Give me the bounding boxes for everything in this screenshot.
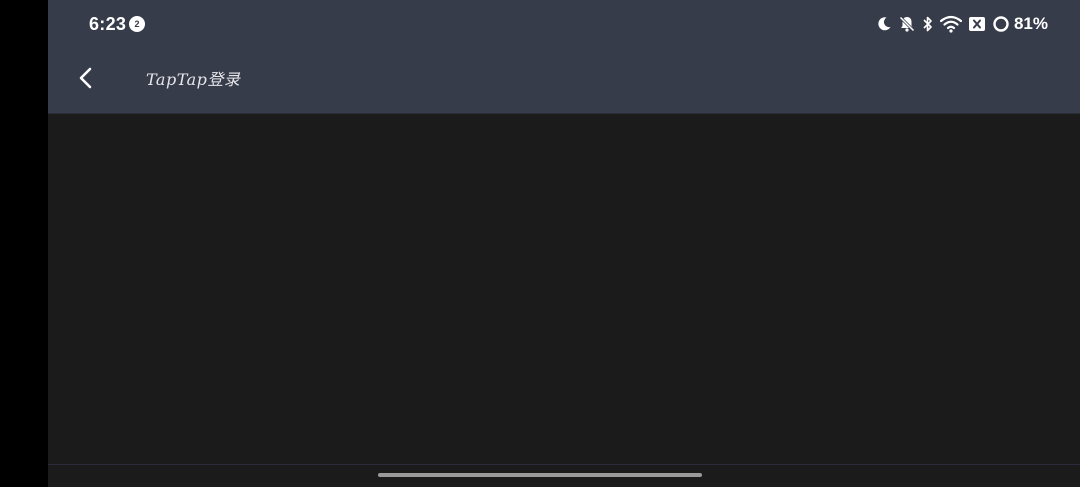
app-window: 6:23 2 81% TapTap登录	[48, 0, 1080, 487]
bell-off-icon	[898, 15, 916, 33]
status-bar: 6:23 2 81%	[48, 0, 1080, 48]
back-button[interactable]	[64, 58, 108, 102]
notification-badge: 2	[129, 16, 145, 32]
bluetooth-icon	[922, 15, 934, 33]
navigation-bar	[48, 464, 1080, 487]
wifi-icon	[939, 15, 962, 33]
app-header: 6:23 2 81% TapTap登录	[48, 0, 1080, 114]
status-icons: 81%	[876, 12, 1048, 36]
home-gesture-handle[interactable]	[378, 473, 702, 477]
status-time: 6:23	[89, 14, 127, 34]
display-cutout-area	[0, 0, 48, 486]
page-title: TapTap登录	[146, 70, 241, 89]
webview-content[interactable]	[48, 114, 1080, 464]
moon-icon	[876, 16, 892, 32]
battery-percentage: 81%	[1013, 14, 1048, 33]
chevron-left-icon	[76, 66, 96, 95]
battery-ring-icon	[992, 15, 1010, 33]
toolbar: TapTap登录	[48, 48, 1080, 113]
sim-x-icon	[968, 16, 986, 32]
